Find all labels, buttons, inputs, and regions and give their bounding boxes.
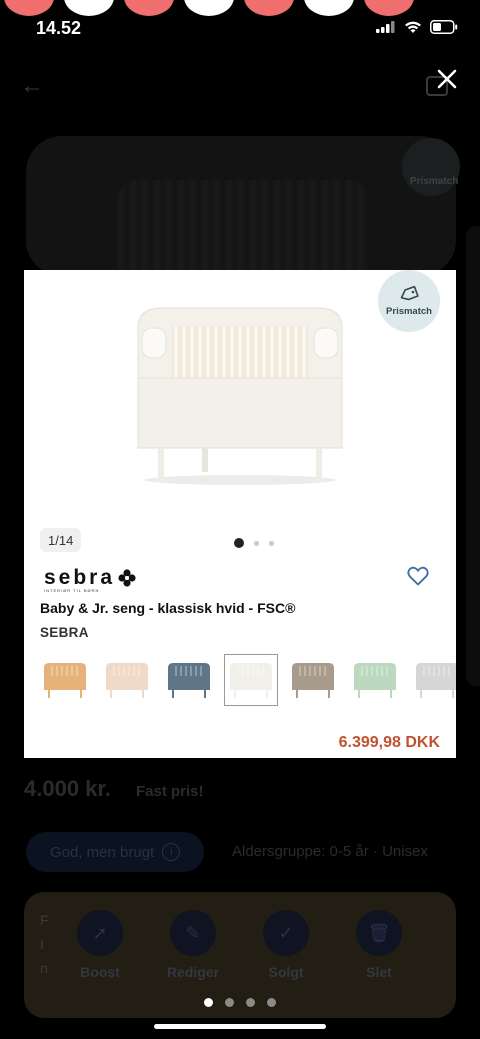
prismatch-badge[interactable]: Prismatch: [378, 270, 440, 332]
side-text-1: F: [40, 912, 49, 928]
price-currency: DKK: [405, 734, 440, 751]
brand-name: SEBRA: [40, 625, 89, 640]
carousel-dot[interactable]: [234, 538, 244, 548]
edit-button: ✎ Rediger: [157, 910, 229, 980]
product-image-crib[interactable]: [132, 298, 348, 486]
wifi-icon: [405, 21, 421, 33]
next-card-edge: [466, 226, 480, 686]
status-bar: 14.52: [0, 0, 480, 50]
carousel-dot[interactable]: [269, 540, 274, 546]
image-counter: 1/14: [40, 528, 82, 552]
side-text-2: I: [40, 936, 44, 952]
condition-chip: God, men brugt i: [26, 832, 205, 872]
delete-button: 🗑 Slet: [343, 910, 415, 980]
pencil-icon: ✎: [170, 910, 216, 956]
listing-price: 4.000 kr.: [24, 776, 111, 801]
background-image-card: [26, 136, 456, 276]
status-dot: [184, 0, 234, 16]
color-variant-4[interactable]: [224, 654, 278, 706]
variant-crib-thumbnail: [354, 663, 396, 698]
heart-icon[interactable]: [406, 564, 430, 588]
boost-button: ➚ Boost: [64, 910, 136, 980]
color-variant-list: [38, 654, 456, 706]
variant-crib-thumbnail: [292, 663, 334, 698]
status-dot: [4, 0, 54, 16]
check-icon: ✓: [263, 910, 309, 956]
variant-crib-thumbnail: [44, 663, 86, 698]
page-dot[interactable]: [225, 998, 234, 1007]
sebra-flower-icon: [118, 569, 136, 587]
close-icon[interactable]: [432, 64, 462, 94]
brand-logo-subtitle: INTERIØR TIL BØRN: [44, 588, 100, 593]
condition-label: God, men brugt: [50, 843, 155, 861]
variant-crib-thumbnail: [168, 663, 210, 698]
age-group-text: Aldersgruppe: 0-5 år · Unisex: [232, 843, 428, 860]
brand-logo-text: sebra: [44, 566, 116, 589]
page-indicator: [0, 998, 480, 1007]
edit-label: Rediger: [166, 964, 220, 980]
background-crib-image: [118, 180, 368, 276]
boost-label: Boost: [80, 964, 120, 980]
product-title: Baby & Jr. seng - klassisk hvid - FSC®: [40, 600, 296, 616]
rocket-icon: ➚: [77, 910, 123, 956]
prismatch-product-modal: Prismatch 1/14 sebra INTERIØR TIL BØRN B…: [24, 270, 456, 758]
back-arrow-icon: ←: [20, 72, 44, 99]
price-note: Fast pris!: [136, 783, 204, 800]
color-variant-3[interactable]: [162, 654, 216, 706]
status-time: 14.52: [36, 18, 82, 38]
background-prismatch-label: Prismatch: [410, 176, 459, 187]
status-dot: [364, 0, 414, 16]
sold-label: Solgt: [268, 964, 304, 980]
variant-crib-thumbnail: [416, 663, 456, 698]
background-prismatch-badge: [402, 138, 460, 196]
battery-icon: [430, 20, 458, 34]
variant-crib-thumbnail: [106, 663, 148, 698]
color-variant-7[interactable]: [410, 654, 456, 706]
side-text-3: n: [40, 960, 48, 976]
color-variant-5[interactable]: [286, 654, 340, 706]
cellular-signal-icon: [376, 21, 395, 33]
status-dot: [124, 0, 174, 16]
delete-label: Slet: [366, 964, 392, 980]
info-icon: i: [162, 843, 181, 861]
trash-icon: 🗑: [356, 910, 402, 956]
brand-logo: sebra INTERIØR TIL BØRN: [44, 566, 136, 593]
price-amount: 6.399,98: [338, 734, 401, 751]
variant-crib-thumbnail: [230, 663, 272, 698]
home-indicator: [154, 1024, 326, 1029]
price-tag-icon: [400, 285, 419, 300]
prismatch-label: Prismatch: [386, 305, 432, 317]
color-variant-6[interactable]: [348, 654, 402, 706]
carousel-dot[interactable]: [254, 540, 259, 546]
product-price: 6.399,98 DKK: [339, 734, 440, 752]
color-variant-2[interactable]: [100, 654, 154, 706]
page-dot[interactable]: [267, 998, 276, 1007]
color-variant-1[interactable]: [38, 654, 92, 706]
page-dot[interactable]: [204, 998, 213, 1007]
page-dot[interactable]: [246, 998, 255, 1007]
status-icons: [376, 20, 458, 34]
status-dot: [244, 0, 294, 16]
status-dot: [64, 0, 114, 16]
image-carousel-dots: [234, 538, 274, 548]
sold-button: ✓ Solgt: [250, 910, 322, 980]
status-dot: [304, 0, 354, 16]
